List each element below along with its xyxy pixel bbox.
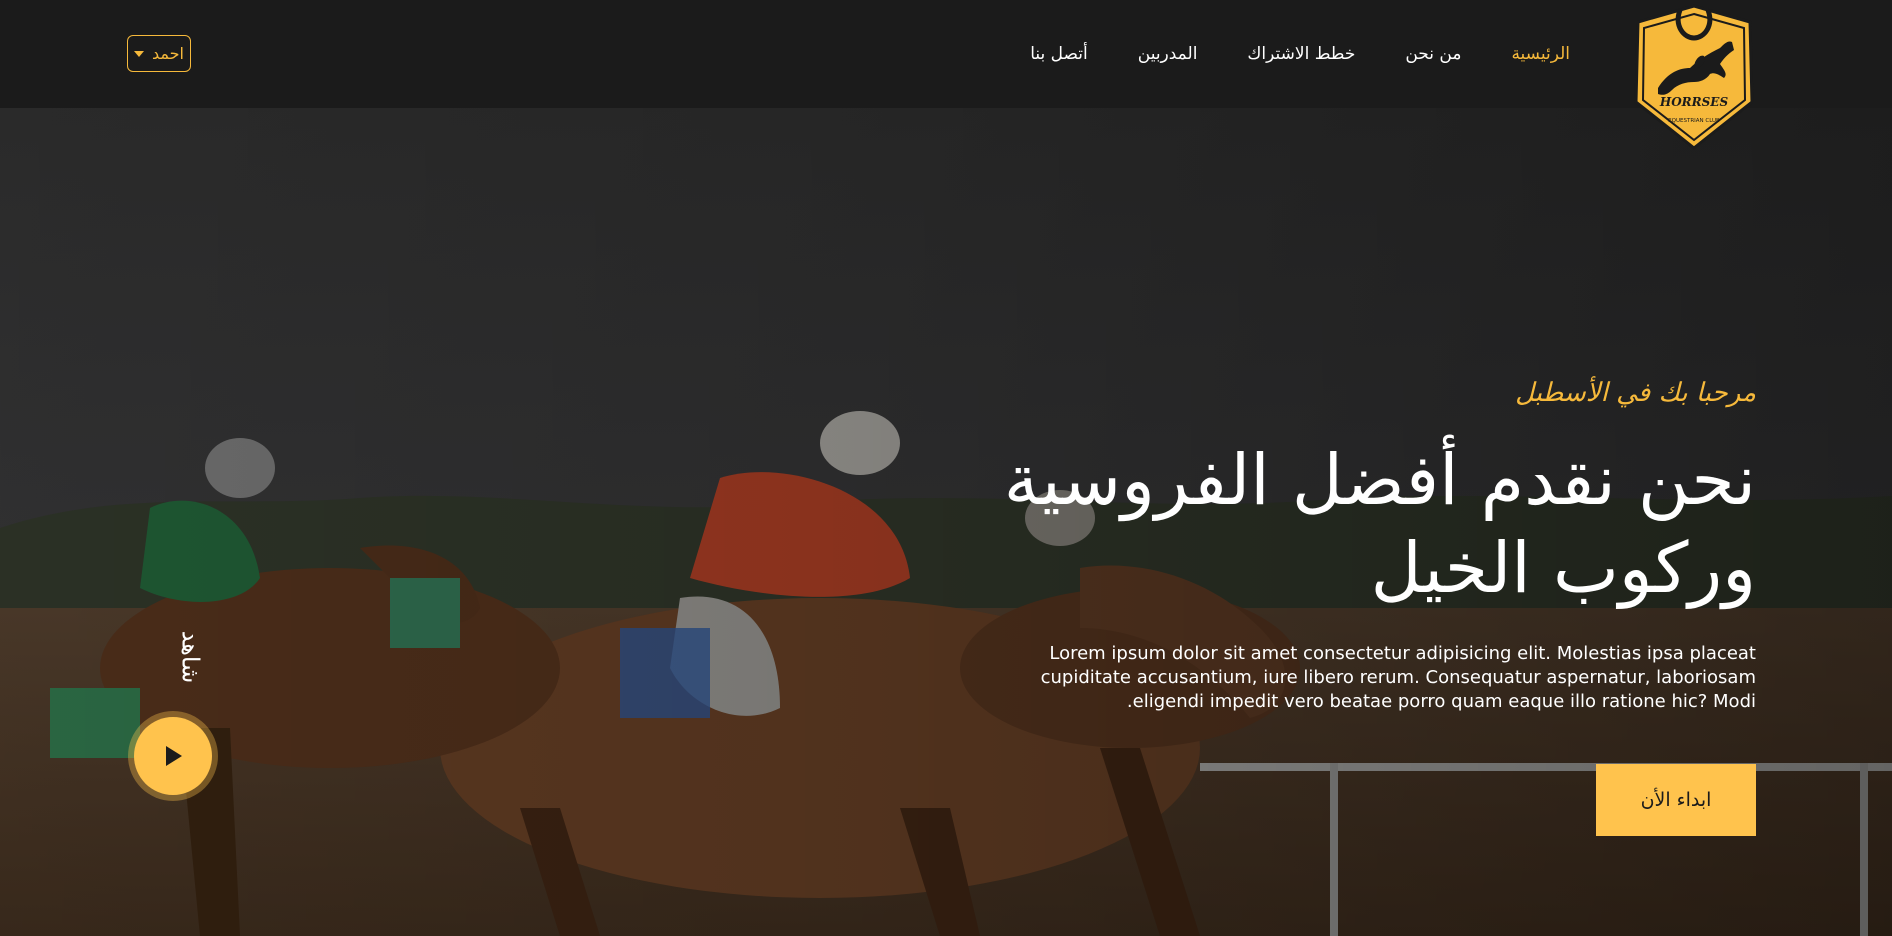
start-now-button[interactable]: ابداء الأن — [1596, 764, 1756, 836]
nav-item-about[interactable]: من نحن — [1405, 44, 1461, 64]
hero-headline-line1: نحن نقدم أفضل الفروسية — [1003, 439, 1756, 521]
hero-description: Lorem ipsum dolor sit amet consectetur a… — [1040, 643, 1756, 712]
hero-tagline: مرحبا بك في الأسطبل — [1515, 378, 1756, 408]
nav-item-contact[interactable]: أتصل بنا — [1030, 44, 1088, 64]
caret-down-icon — [134, 50, 144, 57]
user-name: احمد — [152, 44, 184, 63]
logo-text: HORRSES — [1659, 95, 1729, 109]
top-navbar: احمد الرئيسية من نحن خطط الاشتراك المدرب… — [0, 0, 1892, 108]
play-video-button[interactable] — [134, 717, 212, 795]
watch-label: شاهد — [176, 630, 205, 684]
hero-headline: نحن نقدم أفضل الفروسية وركوب الخيل — [796, 436, 1756, 612]
hero-section: مرحبا بك في الأسطبل نحن نقدم أفضل الفروس… — [0, 108, 1892, 936]
hero-headline-line2: وركوب الخيل — [1370, 527, 1756, 609]
hero-content: مرحبا بك في الأسطبل نحن نقدم أفضل الفروس… — [796, 378, 1756, 836]
brand-logo[interactable]: HORRSES EQUESTRIAN CLUB — [1628, 2, 1760, 152]
user-dropdown[interactable]: احمد — [127, 35, 191, 72]
nav-item-plans[interactable]: خطط الاشتراك — [1247, 44, 1355, 64]
nav-item-trainers[interactable]: المدربين — [1138, 44, 1198, 64]
watch-video: شاهد — [134, 523, 214, 803]
logo-subtext: EQUESTRIAN CLUB — [1668, 118, 1720, 124]
play-icon — [166, 746, 182, 766]
nav-item-home[interactable]: الرئيسية — [1511, 44, 1570, 64]
main-nav: الرئيسية من نحن خطط الاشتراك المدربين أت… — [1030, 0, 1570, 108]
